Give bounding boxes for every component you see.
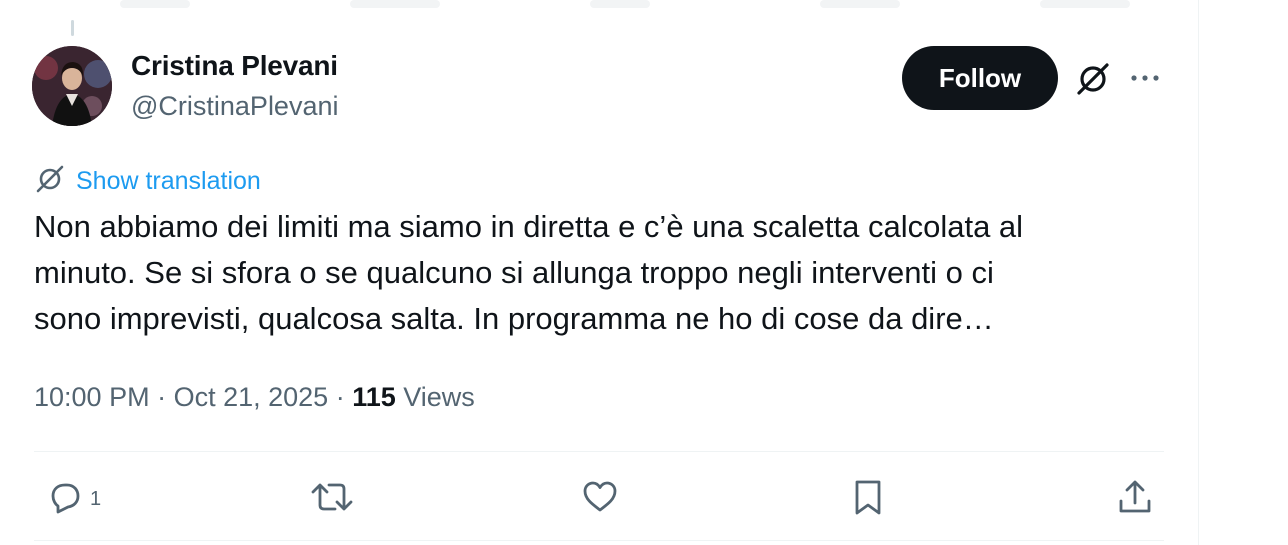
author-name[interactable]: Cristina Plevani [131,50,338,82]
bookmark-icon [848,477,888,517]
faded-top-element [120,0,190,8]
grok-icon[interactable] [1074,60,1112,98]
share-icon [1115,477,1155,517]
follow-button[interactable]: Follow [902,46,1058,110]
repost-icon [309,477,355,517]
like-icon [580,477,620,517]
tweet-page: Cristina Plevani @CristinaPlevani Follow… [0,0,1288,545]
show-translation-label: Show translation [76,167,261,195]
like-button[interactable] [580,477,620,517]
author-handle[interactable]: @CristinaPlevani [131,91,338,122]
views-label: Views [395,382,475,412]
tweet-text-line: Non abbiamo dei limiti ma siamo in diret… [34,209,1024,244]
thread-connector-line [71,20,74,36]
faded-top-element [350,0,440,8]
tweet-text-line: sono imprevisti, qualcosa salta. In prog… [34,301,994,336]
meta-separator: · [149,382,174,412]
faded-top-element [820,0,900,8]
tweet-date[interactable]: Oct 21, 2025 [174,382,329,412]
show-translation-link[interactable]: Show translation [34,163,261,200]
reply-count: 1 [90,487,102,510]
avatar[interactable] [32,46,112,126]
tweet-metadata: 10:00 PM · Oct 21, 2025 · 115 Views [34,382,475,413]
share-button[interactable] [1115,477,1155,517]
column-border [1198,0,1199,545]
tweet-text-line: minuto. Se si sfora o se qualcuno si all… [34,255,994,290]
divider [34,451,1164,452]
views-count: 115 [352,382,396,412]
faded-top-element [1040,0,1130,8]
bookmark-button[interactable] [848,477,888,517]
tweet-text: Non abbiamo dei limiti ma siamo in diret… [34,204,1174,342]
reply-button[interactable]: 1 [44,477,101,517]
reply-icon [44,477,84,517]
more-horizontal-icon[interactable] [1128,62,1162,94]
translate-icon [34,163,66,200]
meta-separator: · [328,382,353,412]
faded-top-element [590,0,650,8]
repost-button[interactable] [309,477,355,517]
divider [34,540,1164,541]
tweet-time[interactable]: 10:00 PM [34,382,150,412]
